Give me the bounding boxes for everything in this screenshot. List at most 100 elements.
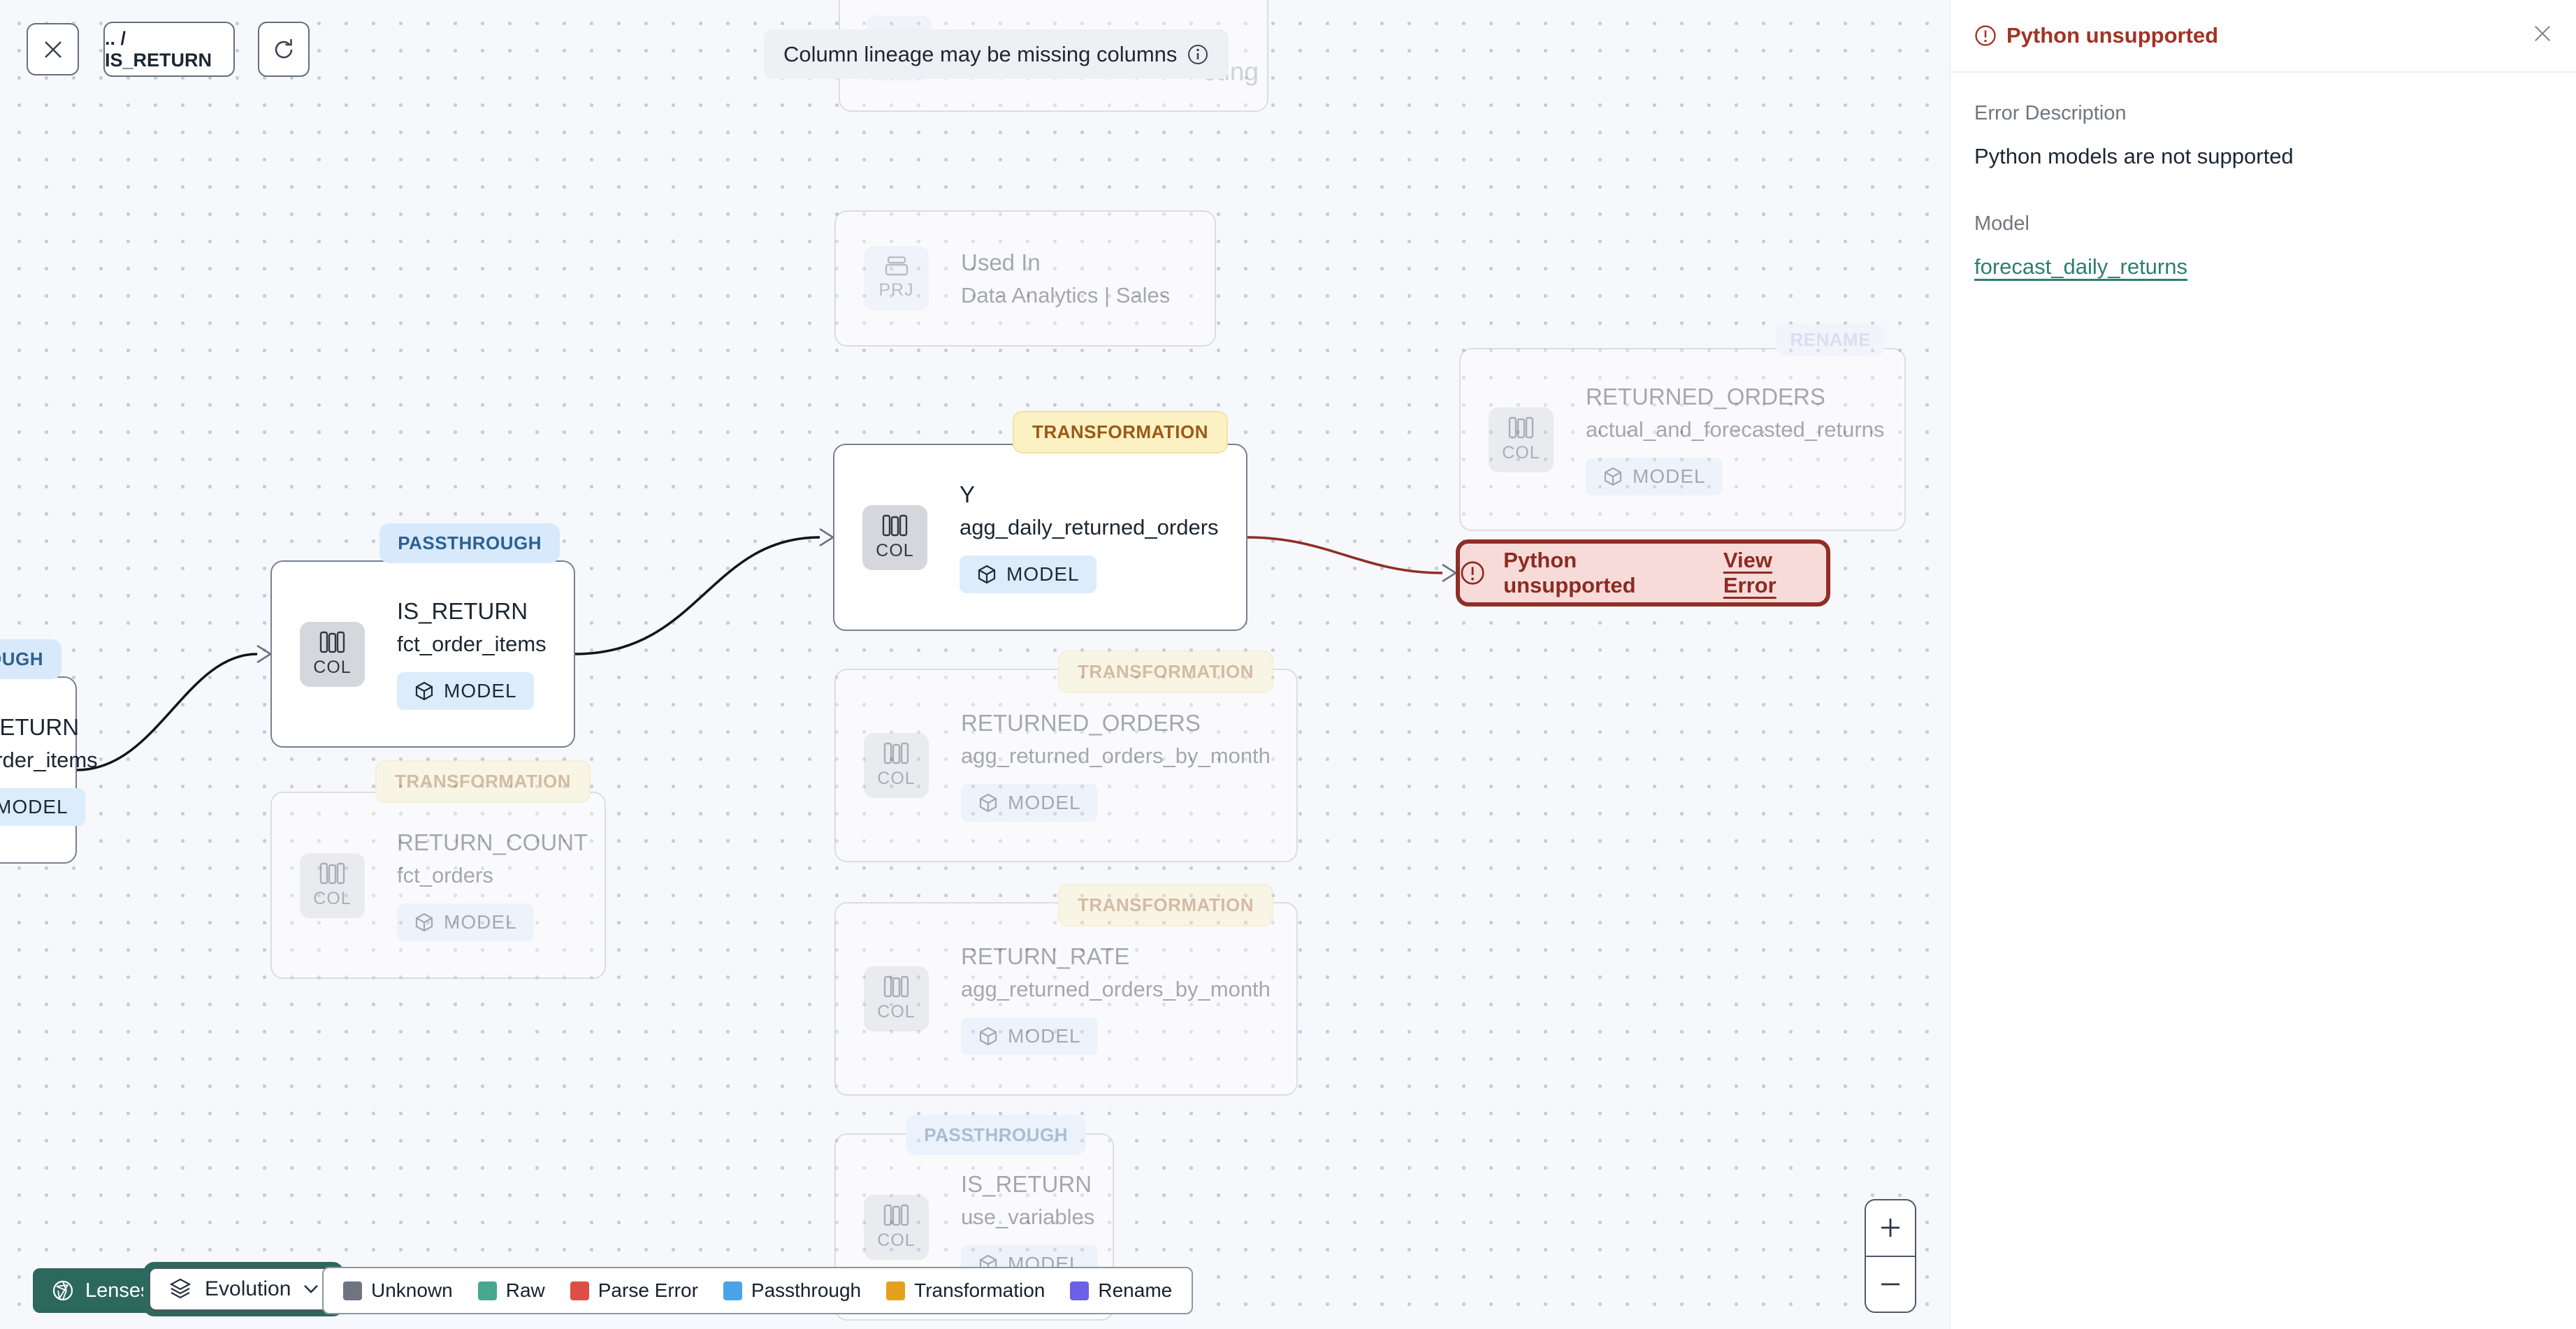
minus-icon	[1881, 1283, 1900, 1286]
legend-swatch-raw	[477, 1281, 497, 1300]
node-subtitle: use_variables	[961, 1205, 1095, 1229]
model-badge-label: MODEL	[1633, 465, 1706, 487]
tag-passthrough: PASSTHROUGH	[906, 1115, 1086, 1155]
model-badge: MODEL	[961, 783, 1098, 822]
node-return-count[interactable]: TRANSFORMATION COL RETURN_COUNT fct_orde…	[270, 760, 606, 979]
edge-cutleft-to-isreturn	[76, 653, 258, 771]
lineage-legend: Unknown Raw Parse Error Passthrough Tran…	[322, 1267, 1194, 1314]
node-subtitle: agg_daily_returned_orders	[960, 515, 1219, 539]
model-badge-label: MODEL	[1008, 791, 1081, 813]
error-details-sidebar: Python unsupported Error Description Pyt…	[1950, 0, 2576, 1329]
node-title: Y	[960, 481, 976, 507]
error-description-label: Error Description	[1974, 102, 2127, 124]
node-title: RETURN_COUNT	[397, 829, 588, 855]
node-title: IS_RETURN	[397, 598, 528, 624]
node-y-agg-daily-returned-orders[interactable]: TRANSFORMATION COL Y agg_daily_returned_…	[833, 411, 1247, 631]
evolution-label: Evolution	[205, 1277, 291, 1300]
column-icon: COL	[300, 852, 365, 918]
node-subtitle: fct_order_items	[0, 748, 98, 772]
column-icon: COL	[1489, 407, 1554, 472]
info-icon[interactable]	[1187, 43, 1209, 66]
zoom-out-button[interactable]	[1866, 1257, 1915, 1312]
col-badge-label: COL	[877, 769, 916, 788]
tag-transformation: TRANSFORMATION	[1057, 651, 1273, 693]
lineage-canvas[interactable]: eting PRJ Used In Data Analytics | Sales…	[0, 0, 1950, 1329]
legend-item-raw: Raw	[477, 1279, 545, 1302]
column-icon: COL	[864, 966, 929, 1031]
col-badge-label: COL	[877, 1230, 916, 1250]
lineage-warning-banner: Column lineage may be missing columns	[764, 29, 1229, 79]
legend-item-rename: Rename	[1070, 1279, 1172, 1302]
zoom-in-button[interactable]	[1866, 1200, 1915, 1257]
node-cut-left[interactable]: PASSTHROUGH COL IS_RETURN fct_order_item…	[0, 639, 98, 864]
node-is-return[interactable]: PASSTHROUGH COL IS_RETURN fct_order_item…	[270, 523, 575, 748]
legend-label: Rename	[1098, 1279, 1173, 1301]
view-error-link[interactable]: View Error	[1723, 548, 1826, 598]
col-badge-label: COL	[1502, 442, 1540, 463]
node-title: Used In	[961, 249, 1041, 275]
node-title: RETURN_RATE	[961, 943, 1130, 969]
model-badge-label: MODEL	[1006, 563, 1080, 585]
node-subtitle: fct_orders	[397, 863, 493, 887]
arrowhead-icon	[819, 528, 835, 547]
col-badge-label: COL	[313, 888, 352, 908]
tag-transformation: TRANSFORMATION	[1057, 884, 1273, 927]
node-title: IS_RETURN	[0, 714, 80, 740]
tag-rename: RENAME	[1776, 324, 1885, 356]
model-badge-label: MODEL	[444, 911, 517, 933]
chevron-down-icon	[304, 1285, 319, 1293]
col-badge-label: COL	[313, 657, 352, 677]
node-return-rate[interactable]: TRANSFORMATION COL RETURN_RATE agg_retur…	[834, 884, 1298, 1096]
column-icon: COL	[300, 621, 365, 687]
legend-swatch-transformation	[886, 1281, 906, 1300]
node-returned-orders-rename[interactable]: RENAME COL RETURNED_ORDERS actual_and_fo…	[1459, 324, 1906, 531]
edge-isreturn-to-yagg	[574, 536, 820, 655]
close-icon	[44, 41, 61, 58]
error-description-text: Python models are not supported	[1974, 144, 2294, 168]
sidebar-close-button[interactable]	[2533, 24, 2552, 43]
model-badge-label: MODEL	[0, 796, 68, 818]
col-badge-label: COL	[876, 540, 914, 560]
tag-transformation: TRANSFORMATION	[375, 760, 591, 803]
tag-passthrough: PASSTHROUGH	[0, 639, 61, 679]
legend-label: Parse Error	[598, 1279, 698, 1301]
arrowhead-icon	[1442, 563, 1458, 583]
close-button[interactable]	[27, 23, 79, 75]
refresh-button[interactable]	[258, 22, 310, 77]
project-icon: PRJ	[864, 246, 929, 311]
banner-text: Column lineage may be missing columns	[783, 41, 1178, 66]
plus-icon	[1881, 1219, 1900, 1237]
model-link[interactable]: forecast_daily_returns	[1974, 254, 2187, 279]
node-used-in[interactable]: PRJ Used In Data Analytics | Sales	[834, 210, 1216, 347]
node-returned-orders-month[interactable]: TRANSFORMATION COL RETURNED_ORDERS agg_r…	[834, 651, 1298, 862]
warning-icon	[1461, 561, 1484, 585]
prj-badge-label: PRJ	[878, 280, 914, 300]
node-title: IS_RETURN	[961, 1171, 1092, 1197]
breadcrumb[interactable]: .. / IS_RETURN	[103, 22, 235, 77]
model-badge: MODEL	[397, 672, 534, 710]
legend-label: Unknown	[371, 1279, 453, 1301]
legend-swatch-parse-error	[570, 1281, 589, 1300]
legend-item-unknown: Unknown	[343, 1279, 453, 1302]
model-badge-label: MODEL	[444, 680, 517, 702]
lineage-app: eting PRJ Used In Data Analytics | Sales…	[0, 0, 2576, 1329]
node-subtitle: agg_returned_orders_by_month	[961, 976, 1271, 1001]
error-node-python-unsupported[interactable]: Python unsupported View Error	[1456, 539, 1830, 607]
tag-transformation: TRANSFORMATION	[1012, 411, 1228, 453]
node-subtitle: agg_returned_orders_by_month	[961, 743, 1271, 768]
legend-swatch-passthrough	[723, 1281, 742, 1300]
legend-swatch-rename	[1070, 1281, 1090, 1300]
arrowhead-icon	[256, 644, 273, 664]
close-icon	[2535, 26, 2550, 41]
legend-label: Transformation	[914, 1279, 1045, 1301]
model-badge: MODEL	[961, 1017, 1098, 1055]
node-subtitle: actual_and_forecasted_returns	[1586, 417, 1885, 442]
model-badge: MODEL	[1586, 458, 1723, 495]
legend-item-passthrough: Passthrough	[723, 1279, 861, 1302]
tag-passthrough: PASSTHROUGH	[379, 523, 560, 563]
layers-icon	[169, 1278, 191, 1299]
legend-item-transformation: Transformation	[886, 1279, 1045, 1302]
evolution-dropdown[interactable]: Evolution	[143, 1262, 345, 1316]
warning-icon	[1975, 25, 1996, 46]
node-title: RETURNED_ORDERS	[1586, 384, 1825, 409]
